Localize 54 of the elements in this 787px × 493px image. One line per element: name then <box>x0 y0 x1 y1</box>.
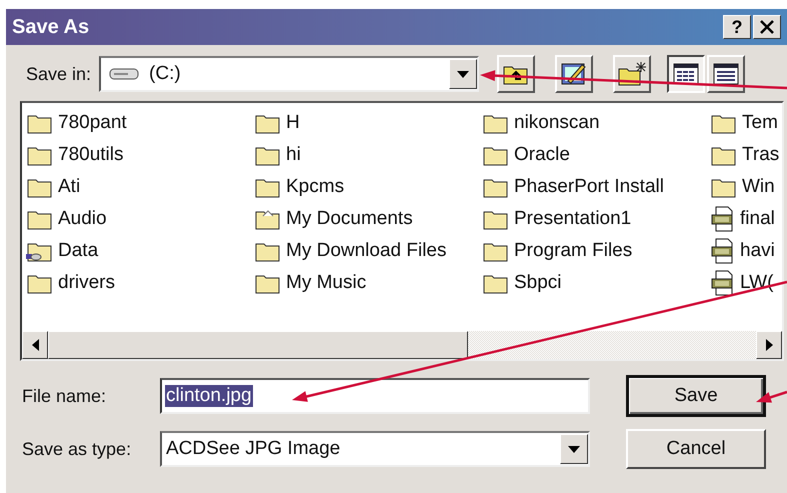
file-item[interactable]: hi <box>286 144 301 166</box>
file-item[interactable]: Sbpci <box>514 272 562 294</box>
file-item[interactable]: My Music <box>286 272 366 294</box>
scroll-right-button[interactable] <box>756 331 782 359</box>
dropdown-button[interactable] <box>560 434 588 464</box>
details-view-icon <box>713 63 740 85</box>
toolbar-button[interactable] <box>497 55 536 93</box>
file-name-label: File name: <box>22 386 108 406</box>
save-in-dropdown[interactable]: (C:) <box>99 56 480 92</box>
save-as-type-dropdown[interactable]: ACDSee JPG Image <box>160 431 590 467</box>
close-icon <box>760 20 774 34</box>
file-item[interactable]: Presentation1 <box>514 208 632 230</box>
dropdown-arrow-icon <box>457 70 470 78</box>
left-arrow-icon <box>32 339 38 351</box>
scroll-left-button[interactable] <box>22 331 48 359</box>
file-item[interactable]: Win <box>742 176 775 198</box>
file-item[interactable]: Kpcms <box>286 176 344 198</box>
file-item[interactable]: Tras <box>742 144 780 166</box>
file-item[interactable]: drivers <box>58 272 116 294</box>
file-name-field[interactable]: clinton.jpg <box>160 378 590 414</box>
file-item[interactable]: Program Files <box>514 240 632 262</box>
new-folder-icon <box>617 61 648 87</box>
file-item[interactable]: Ati <box>58 176 80 198</box>
toolbar-button[interactable] <box>613 55 652 93</box>
dropdown-button[interactable] <box>449 59 478 89</box>
file-item[interactable]: My Download Files <box>286 240 446 262</box>
save-in-label: Save in: <box>26 64 92 84</box>
file-item[interactable]: Data <box>58 240 98 262</box>
file-item[interactable]: 780pant <box>58 112 127 134</box>
toolbar-button[interactable] <box>555 55 594 93</box>
file-item[interactable]: nikonscan <box>514 112 600 134</box>
dropdown-arrow-icon <box>568 446 580 452</box>
save-as-type-label: Save as type: <box>22 438 132 460</box>
close-button[interactable] <box>753 15 781 39</box>
help-button[interactable]: ? <box>723 15 751 39</box>
save-button[interactable]: Save <box>626 375 766 417</box>
file-item[interactable]: H <box>286 112 300 134</box>
window-title: Save As <box>12 16 90 38</box>
drive-icon <box>109 66 140 82</box>
file-item[interactable]: PhaserPort Install <box>514 176 664 198</box>
view-button[interactable] <box>667 55 706 93</box>
file-item[interactable]: LW( <box>740 272 774 294</box>
file-item[interactable]: 780utils <box>58 144 124 166</box>
scroll-thumb[interactable] <box>48 331 468 359</box>
file-item[interactable]: Oracle <box>514 144 570 166</box>
file-item[interactable]: Audio <box>58 208 107 230</box>
file-item[interactable]: Tem <box>742 112 778 134</box>
right-arrow-icon <box>766 339 772 351</box>
cancel-button[interactable]: Cancel <box>626 429 766 469</box>
file-item[interactable]: havi <box>740 240 775 262</box>
horizontal-scrollbar[interactable] <box>22 331 782 359</box>
file-item[interactable]: final <box>740 208 775 230</box>
list-view-icon <box>673 63 700 85</box>
file-item[interactable]: My Documents <box>286 208 413 230</box>
